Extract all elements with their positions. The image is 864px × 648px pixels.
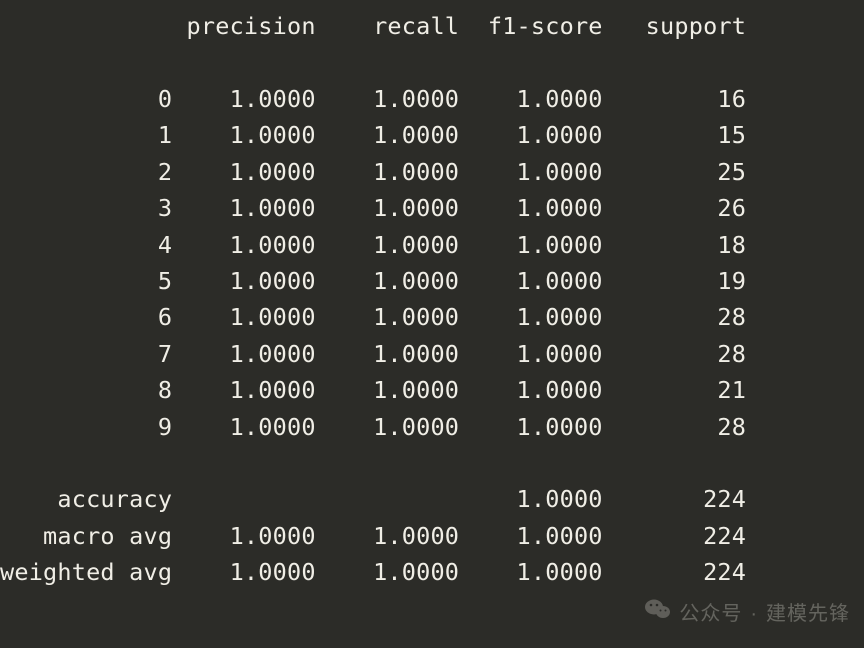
precision: 1.0000 [172,413,315,441]
f1-score: 1.0000 [459,158,602,186]
wechat-icon [645,598,671,630]
f1-score: 1.0000 [459,376,602,404]
f1-score: 1.0000 [459,231,602,259]
f1-score: 1.0000 [459,413,602,441]
support: 15 [603,121,746,149]
f1-score: 1.0000 [459,121,602,149]
recall: 1.0000 [316,522,459,550]
summary-label: macro avg [0,522,172,550]
precision: 1.0000 [172,376,315,404]
precision: 1.0000 [172,558,315,586]
header-support: support [603,12,746,40]
precision: 1.0000 [172,158,315,186]
support: 26 [603,194,746,222]
header-recall: recall [316,12,459,40]
class-label: 4 [0,231,172,259]
class-label: 2 [0,158,172,186]
class-label: 7 [0,340,172,368]
class-row: 2 1.0000 1.0000 1.0000 25 [0,158,746,186]
summary-row-weighted: weighted avg 1.0000 1.0000 1.0000 224 [0,558,746,586]
recall: 1.0000 [316,231,459,259]
header-precision: precision [172,12,315,40]
recall: 1.0000 [316,376,459,404]
watermark-prefix: 公众号 [679,599,742,630]
f1-score: 1.0000 [459,194,602,222]
class-label: 6 [0,303,172,331]
recall: 1.0000 [316,121,459,149]
class-row: 6 1.0000 1.0000 1.0000 28 [0,303,746,331]
precision: 1.0000 [172,522,315,550]
report-header-row: precision recall f1-score support [0,12,746,40]
recall: 1.0000 [316,303,459,331]
recall [316,485,459,513]
precision: 1.0000 [172,85,315,113]
recall: 1.0000 [316,158,459,186]
class-row: 8 1.0000 1.0000 1.0000 21 [0,376,746,404]
f1-score: 1.0000 [459,303,602,331]
class-row: 4 1.0000 1.0000 1.0000 18 [0,231,746,259]
class-row: 3 1.0000 1.0000 1.0000 26 [0,194,746,222]
f1-score: 1.0000 [459,485,602,513]
support: 28 [603,340,746,368]
support: 18 [603,231,746,259]
class-row: 1 1.0000 1.0000 1.0000 15 [0,121,746,149]
class-label: 0 [0,85,172,113]
class-row: 0 1.0000 1.0000 1.0000 16 [0,85,746,113]
summary-row-macro: macro avg 1.0000 1.0000 1.0000 224 [0,522,746,550]
precision: 1.0000 [172,267,315,295]
recall: 1.0000 [316,267,459,295]
support: 16 [603,85,746,113]
class-row: 7 1.0000 1.0000 1.0000 28 [0,340,746,368]
support: 224 [603,522,746,550]
class-label: 8 [0,376,172,404]
blank-label [0,12,172,40]
support: 224 [603,485,746,513]
recall: 1.0000 [316,413,459,441]
f1-score: 1.0000 [459,267,602,295]
class-label: 1 [0,121,172,149]
recall: 1.0000 [316,558,459,586]
summary-label: weighted avg [0,558,172,586]
precision: 1.0000 [172,303,315,331]
wechat-watermark: 公众号 · 建模先锋 [645,598,850,630]
f1-score: 1.0000 [459,558,602,586]
f1-score: 1.0000 [459,522,602,550]
class-row: 9 1.0000 1.0000 1.0000 28 [0,413,746,441]
recall: 1.0000 [316,194,459,222]
class-label: 3 [0,194,172,222]
classification-report: precision recall f1-score support 0 1.00… [0,0,864,591]
support: 21 [603,376,746,404]
summary-label: accuracy [0,485,172,513]
class-label: 5 [0,267,172,295]
watermark-sep: · [750,599,758,630]
support: 25 [603,158,746,186]
precision: 1.0000 [172,231,315,259]
f1-score: 1.0000 [459,340,602,368]
header-f1: f1-score [459,12,602,40]
precision: 1.0000 [172,121,315,149]
support: 224 [603,558,746,586]
support: 19 [603,267,746,295]
class-label: 9 [0,413,172,441]
class-row: 5 1.0000 1.0000 1.0000 19 [0,267,746,295]
support: 28 [603,413,746,441]
recall: 1.0000 [316,340,459,368]
recall: 1.0000 [316,85,459,113]
support: 28 [603,303,746,331]
precision: 1.0000 [172,340,315,368]
precision [172,485,315,513]
summary-row-accuracy: accuracy 1.0000 224 [0,485,746,513]
f1-score: 1.0000 [459,85,602,113]
watermark-name: 建模先锋 [766,599,850,630]
precision: 1.0000 [172,194,315,222]
